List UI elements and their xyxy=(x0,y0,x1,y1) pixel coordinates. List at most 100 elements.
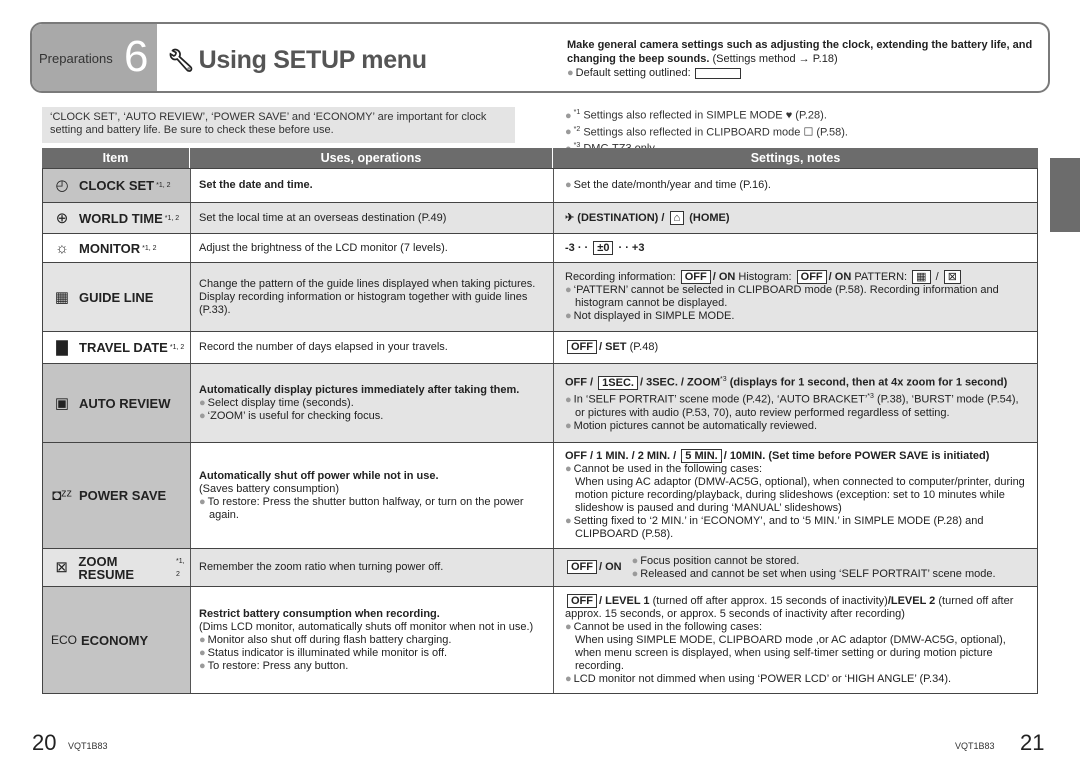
table-header: Item Uses, operations Settings, notes xyxy=(42,148,1038,168)
default-option-box: OFF xyxy=(567,560,597,574)
item-name: MONITOR xyxy=(79,240,141,256)
default-option-box: 5 MIN. xyxy=(681,449,722,463)
column-header-notes: Settings, notes xyxy=(750,151,841,165)
default-option-box: OFF xyxy=(680,270,711,284)
default-note: Default setting outlined: xyxy=(575,67,691,79)
note-text: Not displayed in SIMPLE MODE. xyxy=(573,310,735,322)
note-text: Released and cannot be set when using ‘S… xyxy=(640,567,996,580)
item-cell: ⊕ WORLD TIME *1, 2 xyxy=(43,203,191,233)
note-text: (P.48) xyxy=(626,341,659,353)
uses-line: Automatically display pictures immediate… xyxy=(199,384,545,397)
note-text: OFF / 1 MIN. / 2 MIN. / xyxy=(565,450,680,462)
uses-text: Automatically display pictures immediate… xyxy=(199,383,520,396)
page-number-right: 21 xyxy=(1020,730,1045,755)
uses-line: ● To restore: Press any button. xyxy=(199,660,545,673)
uses-cell: Set the date and time. xyxy=(191,169,554,202)
bullet-icon: ● xyxy=(567,67,574,79)
bullet-icon: ● xyxy=(199,633,206,646)
item-cell: ▦ GUIDE LINE xyxy=(43,263,191,331)
item-footnote-mark: *1, 2 xyxy=(164,214,180,222)
notes-cell: OFF / ON ● Focus position cannot be stored.… xyxy=(554,549,1039,586)
note-text: / xyxy=(932,271,942,283)
uses-text: Automatically shut off power while not i… xyxy=(199,469,439,482)
bullet-icon: ● xyxy=(631,567,639,580)
column-header-uses: Uses, operations xyxy=(190,148,553,168)
note-text: In ‘SELF PORTRAIT’ scene mode (P.42), ‘A… xyxy=(573,393,868,406)
note-text: / LEVEL 1 xyxy=(599,594,650,607)
section-tab: Preparations 6 xyxy=(32,24,157,91)
page-number-left: 20 xyxy=(32,730,57,755)
bullet-icon: ● xyxy=(565,419,572,432)
item-cell: ⊠ ZOOM RESUME *1, 2 xyxy=(43,549,191,586)
doc-code-left: VQT1B83 xyxy=(68,741,108,751)
table-row: ☼ MONITOR *1, 2 Adjust the brightness of th… xyxy=(42,234,1038,263)
notes-inline: OFF / ON ● Focus position cannot be stored.… xyxy=(565,555,1028,581)
note-line: OFF / 1 MIN. / 2 MIN. / 5 MIN./ 10MIN. (… xyxy=(565,449,1028,463)
note-text: (turned off after approx. 15 seconds of … xyxy=(649,594,888,607)
uses-line: ● To restore: Press the shutter button ha… xyxy=(199,496,545,522)
uses-text: Record the number of days elapsed in you… xyxy=(199,341,448,353)
table-row: ⊕ WORLD TIME *1, 2 Set the local time at an… xyxy=(42,203,1038,234)
footnote-text: Settings also reflected in CLIPBOARD mod… xyxy=(583,126,848,139)
item-name: GUIDE LINE xyxy=(79,289,154,305)
notes-cell: Recording information: OFF / ON Histogram… xyxy=(554,263,1039,331)
note-text: Cannot be used in the following cases: xyxy=(573,463,762,475)
note-text: / ON xyxy=(828,271,852,283)
note-text: / ON xyxy=(599,561,622,573)
uses-line: Adjust the brightness of the LCD monitor… xyxy=(199,242,545,255)
note-text: · · +3 xyxy=(615,241,645,254)
uses-text: Restrict battery consumption when record… xyxy=(199,607,440,620)
clock-icon: ◴ xyxy=(55,177,69,194)
note-text: Histogram: xyxy=(735,271,795,283)
default-option-box: ⊠ xyxy=(943,270,961,284)
note-text: / SET xyxy=(599,341,627,353)
table-row: ▦ GUIDE LINE Change the pattern of the gui… xyxy=(42,263,1038,332)
uses-line: ● Select display time (seconds). xyxy=(199,397,545,410)
default-option-box: OFF xyxy=(796,270,827,284)
note-text: Cannot be used in the following cases: xyxy=(573,620,762,633)
uses-cell: Remember the zoom ratio when turning pow… xyxy=(191,549,554,586)
bullet-icon: ● xyxy=(565,310,572,322)
chapter-header: Preparations 6 🔧︎ Using SETUP menu Make g… xyxy=(30,22,1050,93)
footnote-text: Settings also reflected in SIMPLE MODE ♥… xyxy=(583,109,827,122)
uses-cell: Restrict battery consumption when record… xyxy=(191,587,554,693)
uses-text: Change the pattern of the guide lines di… xyxy=(199,277,536,290)
intro-ref: (Settings method → P.18) xyxy=(712,53,838,65)
section-label: Preparations xyxy=(39,51,113,66)
notes-cell: OFF / LEVEL 1 (turned off after approx. 1… xyxy=(554,587,1039,693)
wrench-icon: 🔧︎ xyxy=(167,48,195,73)
notes-cell: ● Set the date/month/year and time (P.16)… xyxy=(554,169,1039,202)
uses-text: Adjust the brightness of the LCD monitor… xyxy=(199,241,448,254)
note-text: / ON xyxy=(712,271,736,283)
bullet-icon: ● xyxy=(199,396,206,409)
item-name: ZOOM RESUME xyxy=(78,553,135,582)
item-footnote-mark: *1, 2 xyxy=(156,182,171,189)
uses-text: (Dims LCD monitor, automatically shuts o… xyxy=(199,620,534,633)
notes-cell: OFF / 1 MIN. / 2 MIN. / 5 MIN./ 10MIN. (… xyxy=(554,443,1039,548)
uses-line: Remember the zoom ratio when turning pow… xyxy=(199,561,545,574)
uses-line: Restrict battery consumption when record… xyxy=(199,608,545,621)
item-cell: ECO ECONOMY xyxy=(43,587,191,693)
uses-line: Record the number of days elapsed in you… xyxy=(199,341,545,354)
item-cell: ▣ AUTO REVIEW xyxy=(43,364,191,442)
table-row: ▣ AUTO REVIEW Automatically display pictur… xyxy=(42,364,1038,443)
note-line: OFF / 1SEC./ 3SEC. / ZOOM*3 (displays fo… xyxy=(565,373,1028,390)
note-line: Recording information: OFF / ON Histogram… xyxy=(565,270,1028,284)
note-text: Recording information: xyxy=(565,271,679,283)
note-line: ● Focus position cannot be stored. xyxy=(632,555,996,568)
note-line: ● LCD monitor not dimmed when using ‘POWE… xyxy=(565,673,1028,686)
bullet-icon: ● xyxy=(565,179,572,191)
note-text: ‘PATTERN’ cannot be selected in CLIPBOAR… xyxy=(573,284,999,309)
notes-cell: -3 · · ±0 · · +3 xyxy=(554,234,1039,262)
default-option-box: ±0 xyxy=(593,240,614,255)
footnote-mark: *2 xyxy=(573,125,581,133)
table-row: ◘ᶻᶻ POWER SAVE Automatically shut off powe… xyxy=(42,443,1038,549)
note-text: / 3SEC. / ZOOM xyxy=(639,377,721,389)
uses-line: Automatically shut off power while not i… xyxy=(199,470,545,483)
uses-cell: Automatically shut off power while not i… xyxy=(191,443,554,548)
notes-cell: ✈ (DESTINATION) / ⌂ (HOME) xyxy=(554,203,1039,233)
note-text: LCD monitor not dimmed when using ‘POWER… xyxy=(573,672,952,685)
uses-line: ● Monitor also shut off during flash batt… xyxy=(199,634,545,647)
item-cell: ◴ CLOCK SET *1, 2 xyxy=(43,169,191,202)
note-line: ● ‘PATTERN’ cannot be selected in CLIPBOA… xyxy=(565,284,1028,310)
